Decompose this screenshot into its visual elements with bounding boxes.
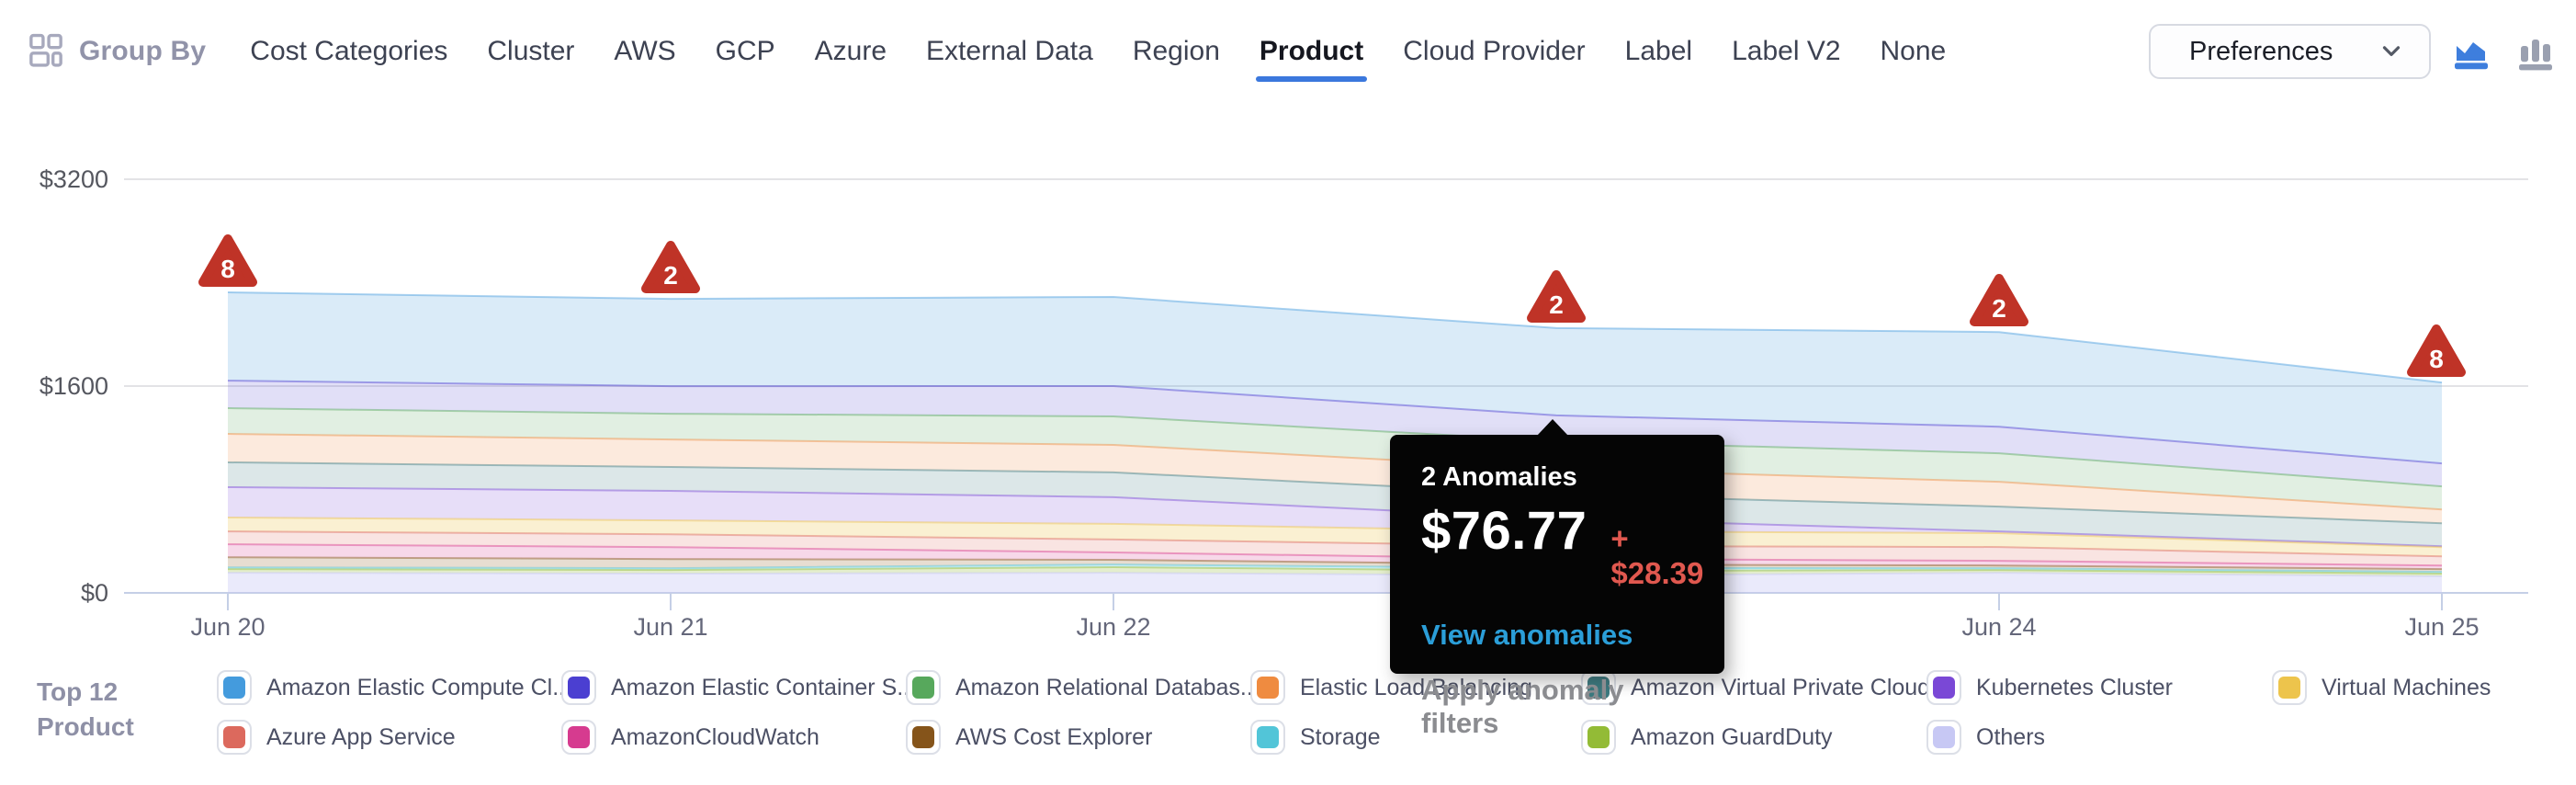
tooltip-title: 2 Anomalies (1421, 462, 1697, 493)
cost-dashboard: Group By Cost CategoriesClusterAWSGCPAzu… (0, 0, 2576, 785)
anomaly-count: 2 (1549, 290, 1564, 319)
legend-swatch (561, 670, 596, 705)
legend-swatch (1926, 720, 1961, 755)
anomaly-marker[interactable]: 2 (1526, 269, 1587, 324)
anomaly-tooltip: 2 Anomalies $76.77 + $28.39 View anomali… (1390, 435, 1724, 674)
legend-label: Kubernetes Cluster (1976, 675, 2173, 701)
legend-swatch (1926, 670, 1961, 705)
chart-legend: Top 12 Product Amazon Elastic Compute Cl… (0, 653, 2576, 785)
legend-item-azure-app-service[interactable]: Azure App Service (217, 717, 456, 757)
anomaly-count: 8 (220, 255, 235, 283)
legend-item-storage[interactable]: Storage (1250, 717, 1381, 757)
tooltip-amount: $76.77 (1421, 500, 1587, 562)
legend-label: Amazon Elastic Container S... (611, 675, 916, 701)
tooltip-delta: + $28.39 (1610, 521, 1703, 591)
y-axis-label: $1600 (7, 370, 108, 402)
legend-item-amazon-relational-databas-[interactable]: Amazon Relational Databas... (906, 667, 1260, 708)
anomaly-marker[interactable]: 8 (2406, 324, 2467, 379)
anomaly-marker[interactable]: 8 (198, 233, 258, 289)
anomaly-marker[interactable]: 2 (1969, 273, 2029, 328)
y-axis-label: $0 (7, 577, 108, 609)
legend-label: Virtual Machines (2322, 675, 2491, 701)
legend-swatch (217, 720, 252, 755)
x-axis-label: Jun 20 (145, 612, 311, 642)
anomaly-count: 2 (663, 261, 678, 290)
y-axis-label: $3200 (7, 164, 108, 195)
anomaly-count: 2 (1992, 294, 2006, 323)
anomaly-count: 8 (2429, 345, 2444, 373)
tooltip-amount-row: $76.77 + $28.39 (1421, 500, 1697, 591)
anomaly-marker[interactable]: 2 (640, 240, 701, 295)
legend-label: AWS Cost Explorer (955, 724, 1152, 751)
x-axis-label: Jun 22 (1031, 612, 1196, 642)
legend-item-others[interactable]: Others (1926, 717, 2045, 757)
legend-label: Azure App Service (266, 724, 456, 751)
x-axis-label: Jun 25 (2359, 612, 2525, 642)
legend-swatch (561, 720, 596, 755)
view-anomalies-link[interactable]: View anomalies (1421, 619, 1697, 652)
legend-label: Amazon Elastic Compute Cl... (266, 675, 571, 701)
apply-anomaly-filters-link[interactable]: Apply anomaly filters (1421, 674, 1697, 740)
legend-swatch (906, 670, 941, 705)
legend-item-amazon-elastic-container-s-[interactable]: Amazon Elastic Container S... (561, 667, 916, 708)
legend-swatch (1250, 720, 1285, 755)
legend-item-aws-cost-explorer[interactable]: AWS Cost Explorer (906, 717, 1152, 757)
cost-chart: $3200$1600$0Jun 20Jun 21Jun 22Jun 23Jun … (0, 101, 2576, 653)
x-axis-label: Jun 21 (588, 612, 753, 642)
legend-label: Storage (1300, 724, 1381, 751)
legend-swatch (2272, 670, 2307, 705)
legend-label: Amazon Relational Databas... (955, 675, 1260, 701)
legend-item-virtual-machines[interactable]: Virtual Machines (2272, 667, 2491, 708)
legend-item-kubernetes-cluster[interactable]: Kubernetes Cluster (1926, 667, 2173, 708)
legend-item-amazoncloudwatch[interactable]: AmazonCloudWatch (561, 717, 819, 757)
legend-swatch (906, 720, 941, 755)
legend-title-line1: Top 12 (37, 675, 134, 710)
legend-item-amazon-elastic-compute-cl-[interactable]: Amazon Elastic Compute Cl... (217, 667, 571, 708)
legend-title-line2: Product (37, 710, 134, 745)
legend-title: Top 12 Product (37, 675, 134, 745)
x-axis-label: Jun 24 (1916, 612, 2082, 642)
legend-swatch (1250, 670, 1285, 705)
legend-swatch (217, 670, 252, 705)
legend-label: Others (1976, 724, 2045, 751)
legend-label: AmazonCloudWatch (611, 724, 819, 751)
area-others[interactable] (228, 573, 2442, 593)
